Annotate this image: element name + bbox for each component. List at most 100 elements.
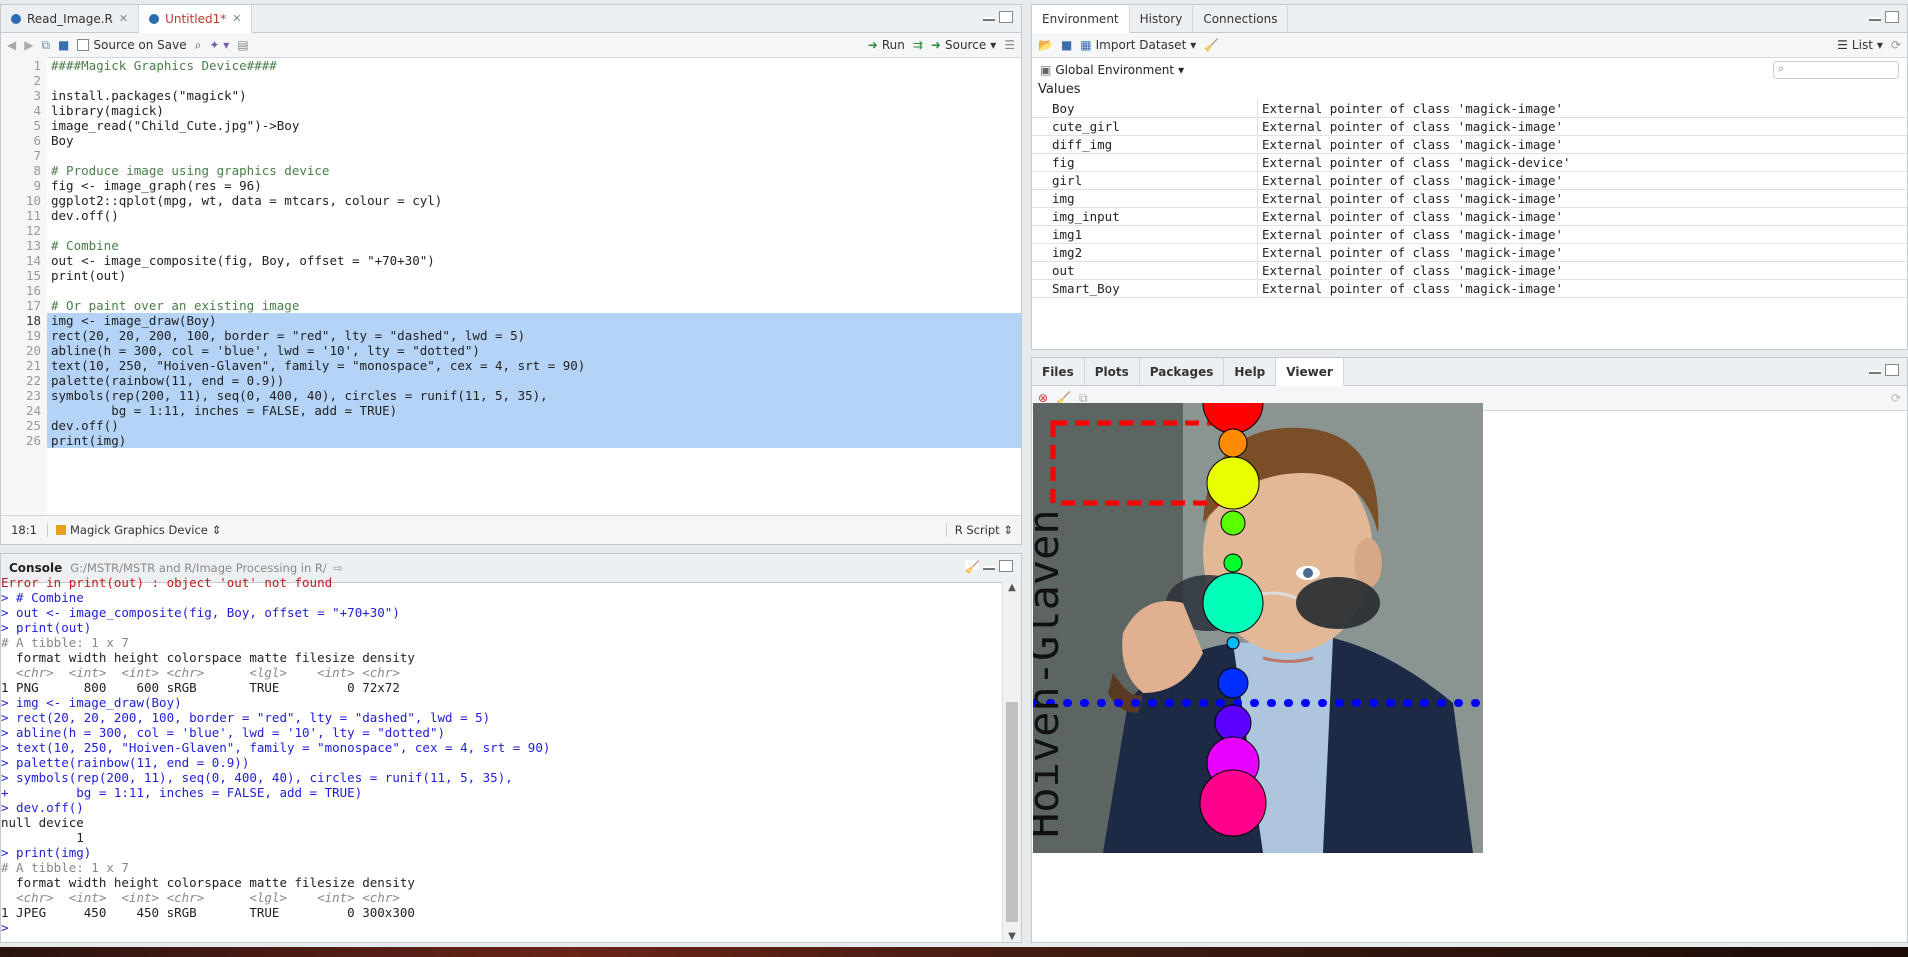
environment-search-input[interactable]: ⌕	[1773, 61, 1899, 79]
go-to-directory-icon[interactable]: ⇨	[333, 561, 343, 575]
minimize-icon[interactable]	[1869, 370, 1881, 374]
code-line[interactable]: dev.off()	[47, 418, 1021, 433]
code-line[interactable]: text(10, 250, "Hoiven-Glaven", family = …	[47, 358, 1021, 373]
code-line[interactable]: # Or paint over an existing image	[47, 298, 1021, 313]
code-line[interactable]: palette(rainbow(11, end = 0.9))	[47, 373, 1021, 388]
code-line[interactable]: symbols(rep(200, 11), seq(0, 400, 40), c…	[47, 388, 1021, 403]
line-number: 1	[33, 58, 41, 73]
tab-connections[interactable]: Connections	[1193, 5, 1289, 32]
variable-name: out	[1032, 261, 1258, 280]
environment-row[interactable]: img1 External pointer of class 'magick-im…	[1032, 225, 1907, 244]
code-line[interactable]: fig <- image_graph(res = 96)	[47, 178, 1021, 193]
scroll-up-icon[interactable]: ▲	[1003, 582, 1021, 593]
search-icon[interactable]: ⌕	[195, 38, 202, 53]
code-line[interactable]: install.packages("magick")	[47, 88, 1021, 103]
variable-name: cute_girl	[1032, 117, 1258, 136]
code-line[interactable]: library(magick)	[47, 103, 1021, 118]
variable-name: girl	[1032, 171, 1258, 190]
refresh-icon[interactable]: ⟳	[1891, 391, 1901, 405]
tab-packages[interactable]: Packages	[1140, 358, 1225, 385]
rerun-icon[interactable]: ⇉	[913, 38, 923, 52]
code-area[interactable]: ####Magick Graphics Device#### install.pa…	[47, 56, 1021, 516]
environment-row[interactable]: img External pointer of class 'magick-ima…	[1032, 189, 1907, 208]
console-title[interactable]: Console	[9, 561, 62, 575]
list-view-button[interactable]: ☰ List ▾	[1837, 38, 1883, 52]
code-line[interactable]: Boy	[47, 133, 1021, 148]
code-line[interactable]: ####Magick Graphics Device####	[47, 58, 1021, 73]
environment-row[interactable]: fig External pointer of class 'magick-dev…	[1032, 153, 1907, 172]
show-in-window-icon[interactable]: ⧉	[41, 38, 50, 53]
tab-environment[interactable]: Environment	[1032, 5, 1130, 33]
maximize-icon[interactable]	[1885, 11, 1899, 23]
tab-viewer[interactable]: Viewer	[1276, 358, 1344, 386]
maximize-icon[interactable]	[1885, 364, 1899, 376]
tab-files[interactable]: Files	[1032, 358, 1085, 385]
filetype-selector[interactable]: R Script ⇕	[945, 523, 1021, 537]
load-workspace-icon[interactable]: 📂	[1038, 38, 1053, 52]
code-line[interactable]: rect(20, 20, 200, 100, border = "red", l…	[47, 328, 1021, 343]
minimize-icon[interactable]	[983, 17, 995, 21]
code-line[interactable]: img <- image_draw(Boy)	[47, 313, 1021, 328]
minimize-icon[interactable]	[1869, 17, 1881, 21]
code-line[interactable]: # Combine	[47, 238, 1021, 253]
code-tools-icon[interactable]: ✦ ▾	[209, 38, 229, 52]
scroll-thumb[interactable]	[1006, 702, 1018, 922]
outline-icon[interactable]: ☰	[1004, 38, 1015, 52]
variable-name: Smart_Boy	[1032, 279, 1258, 298]
code-line[interactable]	[47, 283, 1021, 298]
code-line[interactable]: # Produce image using graphics device	[47, 163, 1021, 178]
console-line: > # Combine	[1, 590, 84, 605]
source-on-save-checkbox[interactable]: Source on Save	[77, 38, 187, 52]
code-line[interactable]: image_read("Child_Cute.jpg")->Boy	[47, 118, 1021, 133]
code-line[interactable]	[47, 148, 1021, 163]
code-line[interactable]: abline(h = 300, col = 'blue', lwd = '10'…	[47, 343, 1021, 358]
tab-untitled1[interactable]: Untitled1* ✕	[139, 5, 253, 33]
close-icon[interactable]: ✕	[232, 12, 241, 25]
code-line[interactable]: bg = 1:11, inches = FALSE, add = TRUE)	[47, 403, 1021, 418]
line-number-gutter: 1 2 3 4 5 6 7 8 9 10 11 12 13 14 15 16 17 18 19 20 21 22 23 24 2…	[1, 56, 47, 516]
forward-arrow-icon[interactable]: ▶	[24, 38, 33, 52]
source-button[interactable]: ➜ Source ▾	[931, 38, 996, 52]
environment-row[interactable]: girl External pointer of class 'magick-im…	[1032, 171, 1907, 190]
environment-row[interactable]: Boy External pointer of class 'magick-ima…	[1032, 100, 1907, 118]
environment-row[interactable]: out External pointer of class 'magick-ima…	[1032, 261, 1907, 280]
compile-report-icon[interactable]: ▤	[237, 38, 248, 52]
environment-row[interactable]: Smart_Boy External pointer of class 'magi…	[1032, 279, 1907, 298]
scope-selector[interactable]: Magick Graphics Device ⇕	[47, 523, 222, 537]
clear-console-icon[interactable]: 🧹	[965, 560, 980, 574]
tab-plots[interactable]: Plots	[1085, 358, 1140, 385]
tab-history[interactable]: History	[1130, 5, 1194, 32]
console-output[interactable]: Error in print(out) : object 'out' not f…	[1, 575, 1003, 942]
back-arrow-icon[interactable]: ◀	[7, 38, 16, 52]
code-line[interactable]: out <- image_composite(fig, Boy, offset …	[47, 253, 1021, 268]
save-icon[interactable]: ■	[58, 38, 69, 52]
code-line[interactable]	[47, 223, 1021, 238]
maximize-icon[interactable]	[999, 560, 1013, 572]
code-line[interactable]: print(out)	[47, 268, 1021, 283]
scroll-down-icon[interactable]: ▼	[1003, 931, 1021, 942]
import-dataset-label: Import Dataset	[1095, 38, 1187, 52]
code-line[interactable]	[47, 73, 1021, 88]
environment-row[interactable]: img_input External pointer of class 'magi…	[1032, 207, 1907, 226]
clear-workspace-icon[interactable]: 🧹	[1204, 38, 1219, 52]
close-icon[interactable]: ✕	[119, 12, 128, 25]
tab-label: Untitled1*	[165, 11, 227, 26]
run-button[interactable]: ➜ Run	[868, 38, 905, 52]
code-line[interactable]: dev.off()	[47, 208, 1021, 223]
tab-help[interactable]: Help	[1224, 358, 1277, 385]
code-line[interactable]: print(img)	[47, 433, 1021, 448]
tab-read-image[interactable]: Read_Image.R ✕	[1, 5, 140, 32]
console-line: 1 JPEG 450 450 sRGB TRUE 0 300x300	[1, 905, 415, 920]
global-environment-selector[interactable]: ▣ Global Environment ▾	[1040, 63, 1184, 77]
environment-row[interactable]: cute_girl External pointer of class 'magi…	[1032, 117, 1907, 136]
environment-row[interactable]: img2 External pointer of class 'magick-im…	[1032, 243, 1907, 262]
checkbox-icon[interactable]	[77, 39, 90, 51]
console-scrollbar[interactable]: ▲ ▼	[1002, 582, 1021, 942]
import-dataset-button[interactable]: ▦ Import Dataset ▾	[1080, 38, 1196, 52]
refresh-icon[interactable]: ⟳	[1891, 38, 1901, 52]
save-workspace-icon[interactable]: ■	[1061, 38, 1072, 52]
code-line[interactable]: ggplot2::qplot(mpg, wt, data = mtcars, c…	[47, 193, 1021, 208]
environment-row[interactable]: diff_img External pointer of class 'magic…	[1032, 135, 1907, 154]
maximize-icon[interactable]	[999, 11, 1013, 23]
minimize-icon[interactable]	[983, 566, 995, 570]
